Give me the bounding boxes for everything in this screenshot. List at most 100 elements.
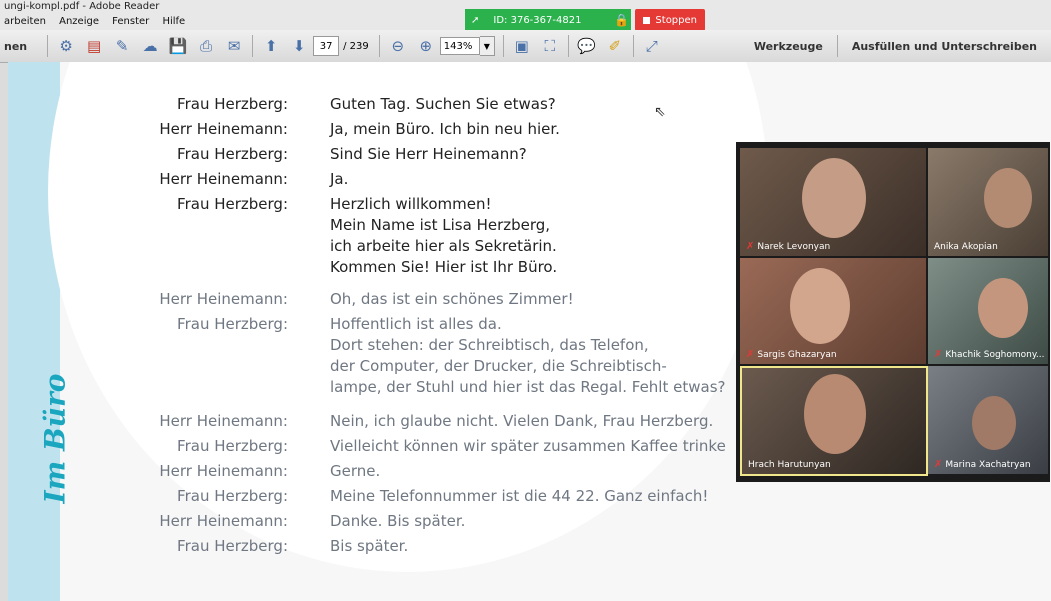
dialogue-line: Oh, das ist ein schönes Zimmer! — [330, 290, 574, 308]
toolbar-separator — [567, 35, 569, 57]
dialogue-line: Kommen Sie! Hier ist Ihr Büro. — [330, 258, 558, 276]
save-icon[interactable]: 💾 — [167, 35, 189, 57]
speaker-label: Herr Heinemann: — [159, 462, 288, 480]
dialogue-line: lampe, der Stuhl und hier ist das Regal.… — [330, 378, 726, 396]
menu-help[interactable]: Hilfe — [162, 16, 185, 27]
speaker-label: Frau Herzberg: — [177, 195, 288, 213]
stop-square-icon — [643, 16, 651, 24]
dialogue-line: Sind Sie Herr Heinemann? — [330, 145, 527, 163]
participant-label: ✗ Sargis Ghazaryan — [746, 349, 837, 360]
participant-label: ✗ Marina Xachatryan — [934, 459, 1031, 470]
toolbar-separator — [378, 35, 380, 57]
dialogue-line: Ja. — [330, 170, 349, 188]
upload-cloud-icon[interactable]: ☁ — [139, 35, 161, 57]
dialogue-line: Vielleicht können wir später zusammen Ka… — [330, 437, 726, 455]
dialogue-line: der Computer, der Drucker, die Schreibti… — [330, 357, 667, 375]
toolbar-separator — [632, 35, 634, 57]
participant-label: Hrach Harutunyan — [748, 460, 831, 470]
email-icon[interactable]: ✉ — [223, 35, 245, 57]
share-id-badge[interactable]: ➚ ID: 376-367-4821 — [465, 9, 612, 31]
share-arrow-icon: ➚ — [471, 14, 480, 26]
page-down-icon[interactable]: ⬇ — [288, 35, 310, 57]
zoom-out-icon[interactable]: ⊖ — [387, 35, 409, 57]
dialogue-line: Gerne. — [330, 462, 381, 480]
speaker-label: Herr Heinemann: — [159, 120, 288, 138]
participant-tile[interactable]: Hrach Harutunyan — [740, 366, 928, 476]
participant-tile[interactable]: ✗ Khachik Soghomony... — [928, 258, 1048, 364]
speaker-label: Herr Heinemann: — [159, 512, 288, 530]
toolbar-separator — [47, 35, 49, 57]
dialogue-line: Bis später. — [330, 537, 409, 555]
dialogue-line: Danke. Bis später. — [330, 512, 466, 530]
lock-icon[interactable]: 🔒 — [611, 9, 632, 31]
participant-label: ✗ Narek Levonyan — [746, 241, 831, 252]
video-conference-panel: ✗ Narek Levonyan Anika Akopian ✗ Sargis Gh… — [736, 142, 1050, 482]
toolbar-separator — [502, 35, 504, 57]
participant-tile[interactable]: ✗ Marina Xachatryan — [928, 366, 1048, 474]
edit-icon[interactable]: ✎ — [111, 35, 133, 57]
comment-icon[interactable]: 💬 — [576, 35, 598, 57]
mouse-cursor-icon: ⇖ — [654, 104, 666, 120]
participant-label: Anika Akopian — [934, 242, 998, 252]
stop-share-button[interactable]: Stoppen — [635, 9, 705, 31]
speaker-label: Herr Heinemann: — [159, 412, 288, 430]
participant-video — [984, 168, 1032, 228]
participant-video — [802, 158, 866, 238]
speaker-label: Herr Heinemann: — [159, 170, 288, 188]
fit-page-icon[interactable]: ▣ — [511, 35, 533, 57]
participant-video — [978, 278, 1028, 338]
dialogue-line: Meine Telefonnummer ist die 44 22. Ganz … — [330, 487, 709, 505]
mic-muted-icon: ✗ — [746, 349, 755, 360]
dialogue-line: Mein Name ist Lisa Herzberg, — [330, 216, 551, 234]
mic-muted-icon: ✗ — [934, 459, 943, 470]
participant-tile[interactable]: ✗ Narek Levonyan — [740, 148, 926, 256]
page-number-input[interactable]: 37 — [313, 36, 340, 56]
zoom-in-icon[interactable]: ⊕ — [415, 35, 437, 57]
participant-video — [972, 396, 1016, 450]
side-title: Im Büro — [38, 373, 72, 504]
dialogue-line: Hoffentlich ist alles da. — [330, 315, 502, 333]
zoom-input[interactable]: 143% — [439, 37, 480, 55]
speaker-label: Herr Heinemann: — [159, 290, 288, 308]
participant-tile[interactable]: Anika Akopian — [928, 148, 1048, 256]
screen-share-bar: ➚ ID: 376-367-4821 🔒 Stoppen — [465, 9, 705, 31]
menu-view[interactable]: Anzeige — [59, 16, 99, 27]
dialogue-line: Dort stehen: der Schreibtisch, das Telef… — [330, 336, 649, 354]
speaker-label: Frau Herzberg: — [177, 487, 288, 505]
toolbar-separator — [836, 35, 838, 57]
dialogue-line: Guten Tag. Suchen Sie etwas? — [330, 95, 556, 113]
mic-muted-icon: ✗ — [934, 349, 943, 360]
tools-button[interactable]: Werkzeuge — [744, 32, 833, 60]
dialogue-line: Nein, ich glaube nicht. Vielen Dank, Fra… — [330, 412, 714, 430]
fit-width-icon[interactable]: ⛶ — [539, 35, 561, 57]
dialogue-line: ich arbeite hier als Sekretärin. — [330, 237, 557, 255]
speaker-label: Frau Herzberg: — [177, 537, 288, 555]
page-up-icon[interactable]: ⬆ — [260, 35, 282, 57]
speaker-label: Frau Herzberg: — [177, 145, 288, 163]
fill-sign-button[interactable]: Ausfüllen und Unterschreiben — [842, 32, 1051, 60]
menu-edit[interactable]: arbeiten — [4, 16, 46, 27]
stop-label: Stoppen — [655, 14, 697, 26]
toolbar-separator — [252, 35, 254, 57]
organize-icon[interactable]: ⚙ — [55, 35, 77, 57]
expand-icon[interactable]: ⤢ — [641, 35, 663, 57]
window-title: ungi-kompl.pdf - Adobe Reader — [4, 1, 160, 12]
participant-video — [804, 374, 866, 454]
highlight-icon[interactable]: ✐ — [604, 35, 626, 57]
menu-window[interactable]: Fenster — [112, 16, 149, 27]
mic-muted-icon: ✗ — [746, 241, 755, 252]
speaker-label: Frau Herzberg: — [177, 95, 288, 113]
zoom-dropdown-icon[interactable]: ▼ — [479, 36, 495, 56]
participant-tile[interactable]: ✗ Sargis Ghazaryan — [740, 258, 926, 364]
participant-video — [790, 268, 850, 344]
toolbar-open-label[interactable]: nen — [4, 40, 27, 53]
participant-label: ✗ Khachik Soghomony... — [934, 349, 1045, 360]
speaker-label: Frau Herzberg: — [177, 437, 288, 455]
toolbar: nen ⚙ ▤ ✎ ☁ 💾 ⎙ ✉ ⬆ ⬇ 37 / 239 ⊖ ⊕ 143% … — [0, 30, 1051, 63]
dialogue-line: Ja, mein Büro. Ich bin neu hier. — [330, 120, 560, 138]
create-pdf-icon[interactable]: ▤ — [83, 35, 105, 57]
speaker-label: Frau Herzberg: — [177, 315, 288, 333]
share-id-label: ID: 376-367-4821 — [493, 14, 582, 26]
dialogue-line: Herzlich willkommen! — [330, 195, 492, 213]
print-icon[interactable]: ⎙ — [195, 35, 217, 57]
